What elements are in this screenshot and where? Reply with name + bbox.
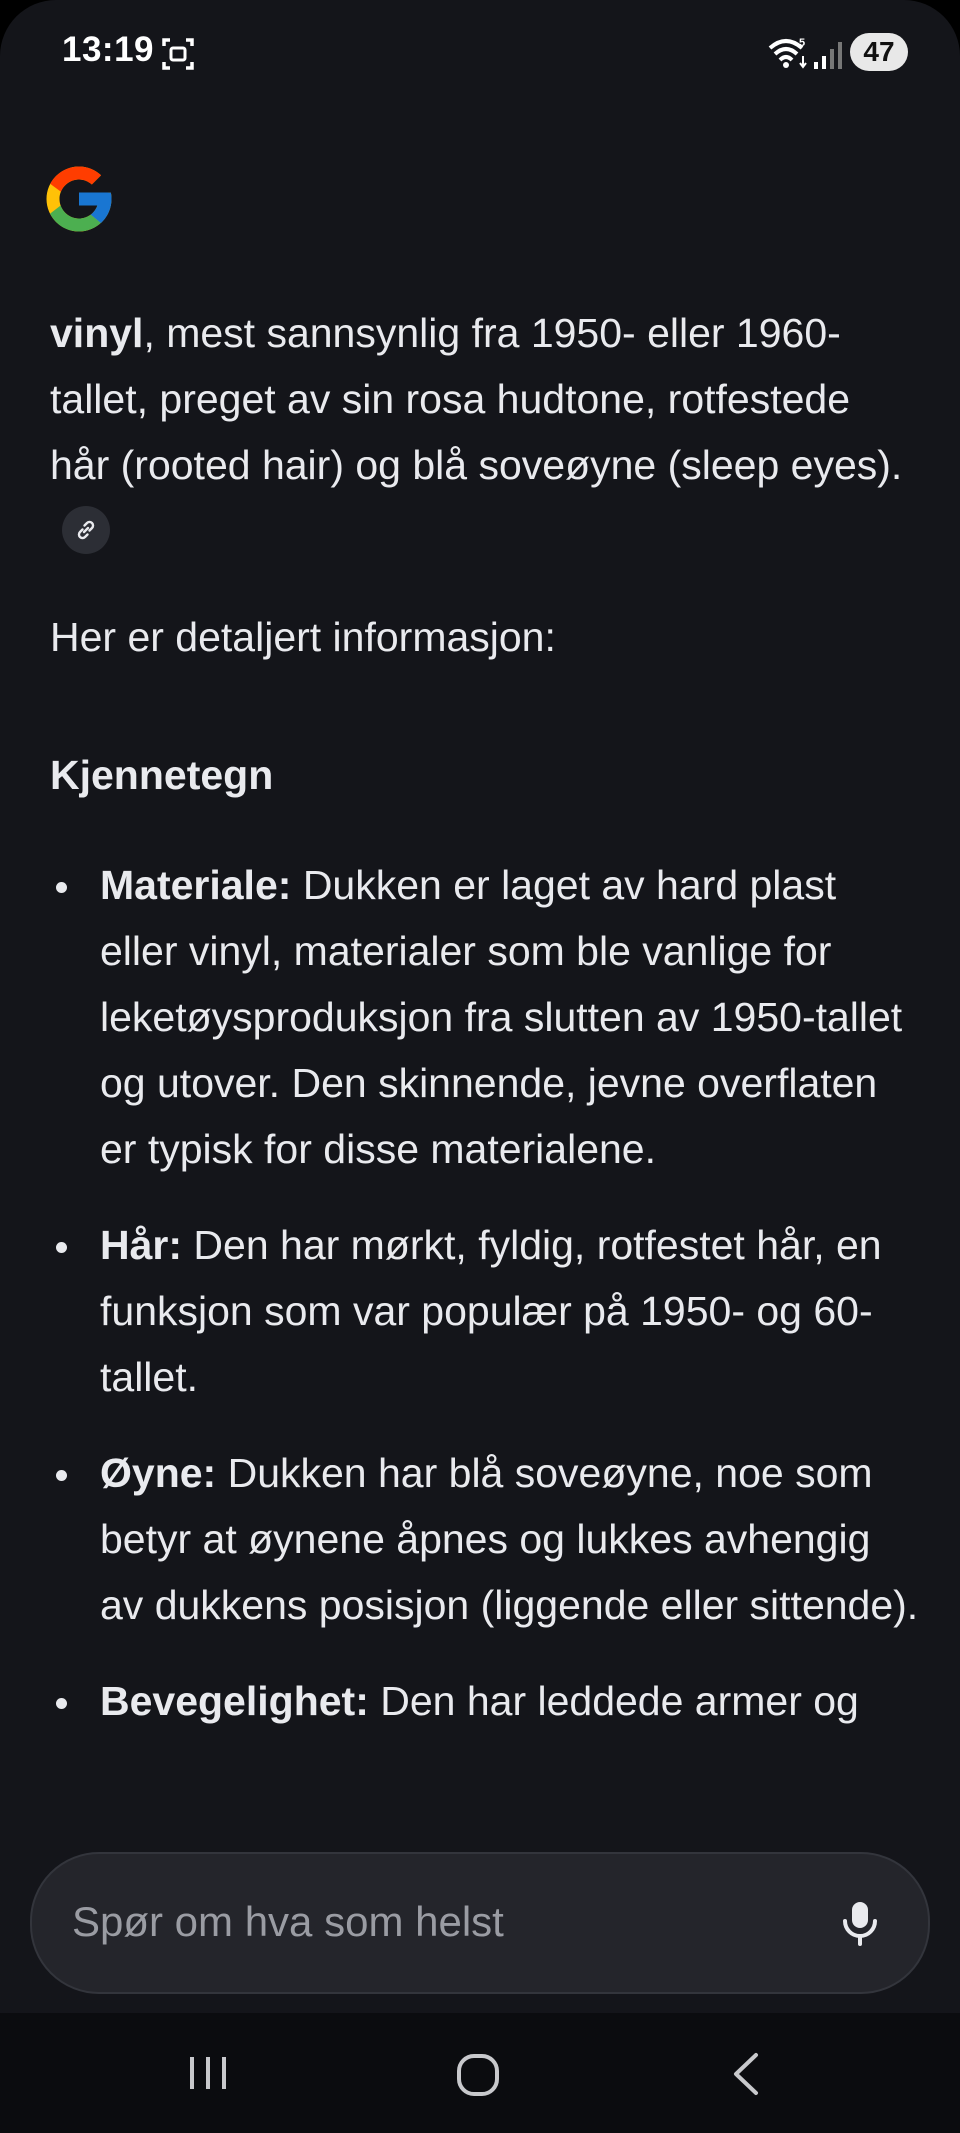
list-item-term: Bevegelighet: bbox=[100, 1678, 369, 1724]
screenshot-icon bbox=[162, 38, 194, 70]
list-item-text: Den har mørkt, fyldig, rotfestet hår, en… bbox=[100, 1222, 882, 1400]
battery-badge: 47 bbox=[850, 33, 908, 71]
list-item: Bevegelighet: Den har leddede armer og bbox=[50, 1668, 920, 1734]
intro-text: , mest sannsynlig fra 1950- eller 1960-t… bbox=[50, 310, 903, 488]
feature-list: Materiale: Dukken er laget av hard plast… bbox=[50, 852, 920, 1734]
screen: 13:19 5 47 vinyl, mest sannsynlig fra 19… bbox=[0, 0, 960, 2133]
mic-icon[interactable] bbox=[832, 1894, 888, 1950]
intro-bold: vinyl bbox=[50, 310, 144, 356]
signal-icon bbox=[814, 42, 842, 69]
list-item: Materiale: Dukken er laget av hard plast… bbox=[50, 852, 920, 1182]
home-icon[interactable] bbox=[456, 2053, 500, 2097]
source-link-button[interactable] bbox=[62, 506, 110, 555]
answer-lead: Her er detaljert informasjon: bbox=[50, 614, 556, 660]
svg-text:5: 5 bbox=[799, 37, 805, 49]
list-item-text: Den har leddede armer og bbox=[368, 1678, 859, 1724]
section-heading: Kjennetegn bbox=[50, 752, 274, 798]
list-item-term: Øyne: bbox=[100, 1450, 217, 1496]
list-item-term: Materiale: bbox=[100, 862, 292, 908]
list-item-text: Dukken er laget av hard plast eller viny… bbox=[100, 862, 903, 1172]
link-icon bbox=[77, 520, 95, 540]
back-icon[interactable] bbox=[730, 2051, 762, 2097]
list-item-text: Dukken har blå soveøyne, noe som betyr a… bbox=[100, 1450, 919, 1628]
answer-intro: vinyl, mest sannsynlig fra 1950- eller 1… bbox=[50, 300, 920, 564]
list-item-term: Hår: bbox=[100, 1222, 183, 1268]
search-placeholder: Spør om hva som helst bbox=[72, 1898, 504, 1945]
list-item: Øyne: Dukken har blå soveøyne, noe som b… bbox=[50, 1440, 920, 1638]
status-bar: 13:19 5 47 bbox=[0, 0, 960, 110]
recents-icon[interactable] bbox=[186, 2053, 232, 2093]
search-input[interactable]: Spør om hva som helst bbox=[30, 1852, 930, 1994]
answer-content: vinyl, mest sannsynlig fra 1950- eller 1… bbox=[50, 300, 920, 1764]
system-nav-bar bbox=[0, 2013, 960, 2133]
google-logo[interactable] bbox=[40, 160, 118, 238]
list-item: Hår: Den har mørkt, fyldig, rotfestet hå… bbox=[50, 1212, 920, 1410]
wifi-icon: 5 bbox=[768, 37, 807, 69]
status-time: 13:19 bbox=[62, 30, 155, 69]
